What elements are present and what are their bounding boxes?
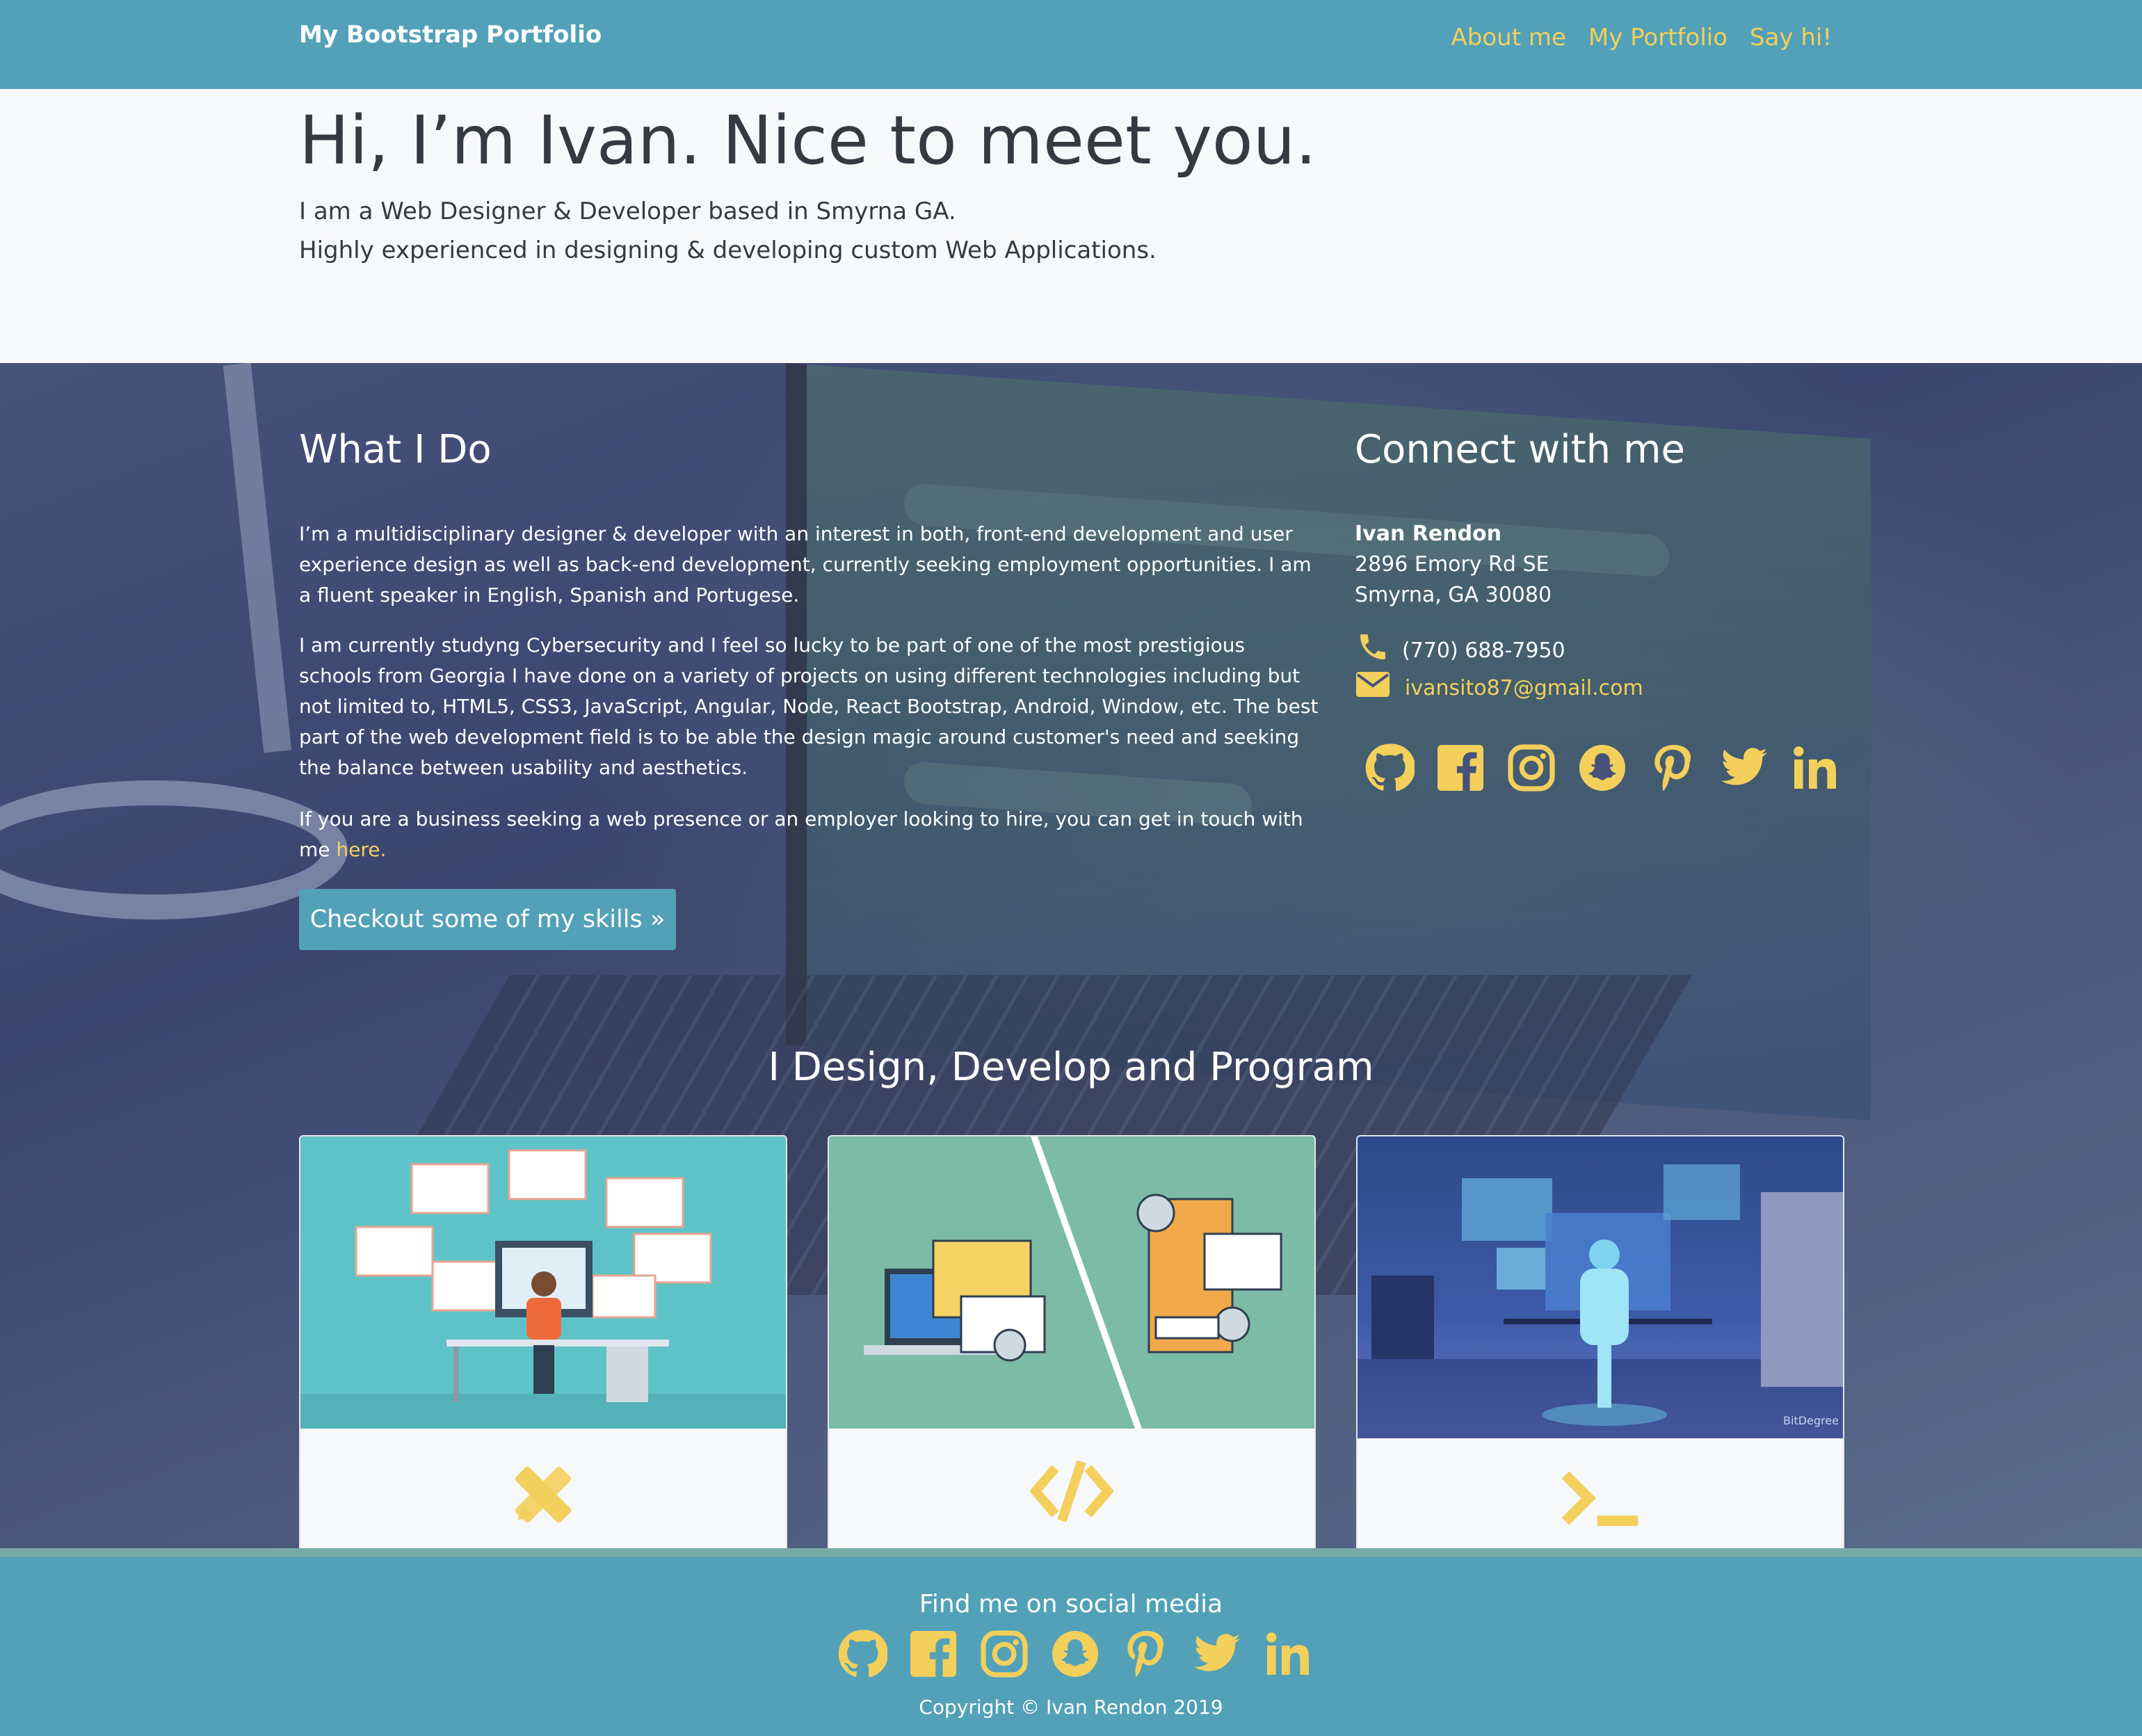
what-i-do-paragraph-1: I’m a multidisciplinary designer & devel… xyxy=(299,522,1312,606)
hero-line-2: Highly experienced in designing & develo… xyxy=(299,236,1157,264)
github-icon[interactable] xyxy=(1364,743,1415,793)
snapchat-icon[interactable] xyxy=(1577,743,1627,793)
designer-illustration xyxy=(300,1136,786,1429)
nav-my-portfolio[interactable]: My Portfolio xyxy=(1588,24,1728,51)
what-i-do-title: What I Do xyxy=(299,427,492,472)
contact-email-link[interactable]: ivansito87@gmail.com xyxy=(1405,676,1643,700)
hero-section: Hi, I’m Ivan. Nice to meet you. I am a W… xyxy=(0,89,2142,363)
linkedin-icon[interactable] xyxy=(1263,1629,1313,1679)
design-card xyxy=(299,1135,787,1557)
background-cup xyxy=(0,780,348,919)
connect-title: Connect with me xyxy=(1355,427,1685,472)
instagram-icon[interactable] xyxy=(1506,743,1556,793)
contact-phone: (770) 688-7950 xyxy=(1402,638,1565,663)
nav-say-hi[interactable]: Say hi! xyxy=(1750,24,1832,51)
background-lamp xyxy=(223,363,292,753)
brand-link[interactable]: My Bootstrap Portfolio xyxy=(299,21,602,49)
developer-illustration xyxy=(829,1136,1314,1429)
about-section: What I Do I’m a multidisciplinary design… xyxy=(0,363,2142,1557)
twitter-icon[interactable] xyxy=(1192,1629,1242,1679)
nav-about-me[interactable]: About me xyxy=(1451,24,1566,51)
linkedin-icon[interactable] xyxy=(1790,743,1840,793)
code-icon xyxy=(829,1456,1314,1529)
hero-line-1: I am a Web Designer & Developer based in… xyxy=(299,198,956,225)
pinterest-icon[interactable] xyxy=(1648,743,1698,793)
twitter-icon[interactable] xyxy=(1719,743,1769,793)
contact-here-link[interactable]: here. xyxy=(336,838,386,861)
navbar: My Bootstrap Portfolio About me My Portf… xyxy=(0,0,2142,89)
github-icon[interactable] xyxy=(837,1629,887,1679)
develop-card xyxy=(828,1135,1316,1557)
connect-social-icons xyxy=(1364,743,1840,793)
footer-copyright: Copyright © Ivan Rendon 2019 xyxy=(919,1696,1223,1719)
program-card: BitDegree xyxy=(1356,1135,1844,1557)
programmer-illustration: BitDegree xyxy=(1358,1136,1843,1438)
envelope-icon xyxy=(1356,672,1390,700)
what-i-do-paragraph-3: If you are a business seeking a web pres… xyxy=(299,804,1321,865)
design-section-title: I Design, Develop and Program xyxy=(768,1045,1374,1090)
what-i-do-paragraph-2: I am currently studyng Cybersecurity and… xyxy=(299,634,1319,779)
snapchat-icon[interactable] xyxy=(1050,1629,1100,1679)
contact-name: Ivan Rendon xyxy=(1355,522,1502,546)
nav-links: About me My Portfolio Say hi! xyxy=(1451,24,1833,51)
contact-address-2: Smyrna, GA 30080 xyxy=(1355,583,1552,607)
footer: Find me on social media Copyright © Ivan… xyxy=(0,1548,2142,1736)
checkout-skills-button[interactable]: Checkout some of my skills » xyxy=(299,889,676,950)
bitdegree-badge: BitDegree xyxy=(1783,1414,1839,1427)
instagram-icon[interactable] xyxy=(979,1629,1029,1679)
phone-icon xyxy=(1356,630,1390,666)
footer-social-icons xyxy=(837,1629,1313,1679)
facebook-icon[interactable] xyxy=(1435,743,1485,793)
terminal-icon xyxy=(1358,1463,1843,1536)
contact-prompt-text: If you are a business seeking a web pres… xyxy=(299,807,1303,861)
facebook-icon[interactable] xyxy=(908,1629,958,1679)
footer-title: Find me on social media xyxy=(919,1590,1223,1618)
pinterest-icon[interactable] xyxy=(1121,1629,1171,1679)
contact-address-1: 2896 Emory Rd SE xyxy=(1355,552,1549,577)
pencil-ruler-icon xyxy=(300,1456,786,1536)
hero-title: Hi, I’m Ivan. Nice to meet you. xyxy=(299,102,1317,179)
